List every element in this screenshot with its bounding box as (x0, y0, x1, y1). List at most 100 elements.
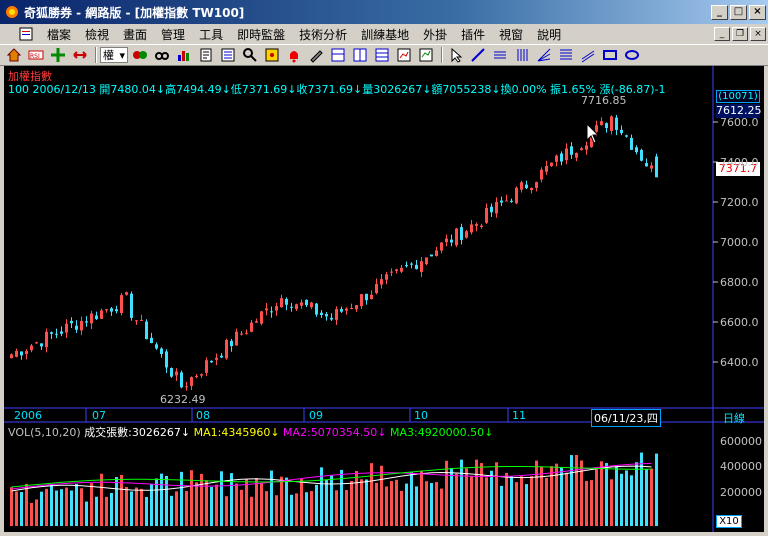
volume-tick-label: 600000 (720, 435, 762, 448)
candle-body (305, 299, 308, 306)
menu-analysis[interactable]: 技術分析 (292, 26, 354, 43)
chart-window-icon (397, 48, 411, 62)
menu-view[interactable]: 檢視 (78, 26, 116, 43)
candle-body (385, 274, 388, 280)
volume-bar (390, 481, 393, 526)
document-icon[interactable] (18, 26, 34, 42)
menu-training[interactable]: 訓練基地 (354, 26, 416, 43)
volume-bar (140, 488, 143, 526)
bell-icon (290, 51, 298, 63)
layout3-button[interactable] (372, 46, 392, 64)
list-button[interactable] (218, 46, 238, 64)
candle-body (655, 156, 658, 178)
chart-window-button[interactable] (394, 46, 414, 64)
hline-tool[interactable] (490, 46, 510, 64)
tag-button[interactable] (262, 46, 282, 64)
candle-body (440, 242, 443, 251)
candle-body (430, 254, 433, 257)
x-tick-label: 07 (92, 409, 106, 422)
volume-bar (430, 483, 433, 526)
notes-button[interactable] (196, 46, 216, 64)
candle-body (150, 337, 153, 344)
candle-body (185, 386, 188, 388)
candle-body (405, 265, 408, 267)
rectangle-icon (603, 50, 617, 60)
volume-bar (40, 491, 43, 526)
swap-button[interactable] (70, 46, 90, 64)
candle-body (550, 162, 553, 167)
doc-minimize-button[interactable]: _ (714, 27, 730, 41)
volume-bar (130, 491, 133, 526)
volume-bar (620, 473, 623, 526)
volume-bar (530, 476, 533, 526)
fan-tool[interactable] (534, 46, 554, 64)
chart-window[interactable]: 加權指數 100 2006/12/13 開7480.04↓高7494.49↓低7… (4, 66, 764, 532)
candle-body (215, 357, 218, 360)
volume-scale[interactable]: X10 (716, 515, 742, 528)
fibonacci-tool[interactable] (556, 46, 576, 64)
notes-icon (200, 48, 212, 62)
volume-bar (645, 469, 648, 526)
candlestick-chart[interactable] (4, 66, 764, 532)
menu-addons[interactable]: 外掛 (416, 26, 454, 43)
menu-plugins[interactable]: 插件 (454, 26, 492, 43)
line-tool[interactable] (468, 46, 488, 64)
chart-window2-button[interactable] (416, 46, 436, 64)
candle-body (125, 292, 128, 295)
minimize-button[interactable]: _ (711, 4, 728, 20)
period-select[interactable]: 權 ▾ (100, 47, 128, 63)
candle-body (450, 239, 453, 243)
search-button[interactable] (240, 46, 260, 64)
volume-bar (385, 486, 388, 526)
rect-tool[interactable] (600, 46, 620, 64)
candle-body (135, 320, 138, 322)
x-tick-label: 10 (414, 409, 428, 422)
home-button[interactable] (4, 46, 24, 64)
close-button[interactable]: × (749, 4, 766, 20)
vline-tool-icon (517, 49, 528, 61)
candle-body (260, 311, 263, 324)
menu-help[interactable]: 說明 (530, 26, 568, 43)
candle-body (630, 137, 633, 150)
link-button[interactable] (130, 46, 150, 64)
alarm-button[interactable] (284, 46, 304, 64)
menu-monitor[interactable]: 即時監盤 (230, 26, 292, 43)
glasses-button[interactable] (152, 46, 172, 64)
menu-window[interactable]: 視窗 (492, 26, 530, 43)
volume-bar (435, 482, 438, 526)
menu-screen[interactable]: 畫面 (116, 26, 154, 43)
volume-bar (190, 470, 193, 526)
draw-button[interactable] (306, 46, 326, 64)
menu-manage[interactable]: 管理 (154, 26, 192, 43)
ellipse-tool[interactable] (622, 46, 642, 64)
layout1-button[interactable] (328, 46, 348, 64)
pointer-tool[interactable] (446, 46, 466, 64)
menu-tools[interactable]: 工具 (192, 26, 230, 43)
maximize-button[interactable]: □ (730, 4, 747, 20)
volume-bar (20, 492, 23, 526)
volume-bar (580, 460, 583, 526)
bar-chart-button[interactable] (174, 46, 194, 64)
title-bar: 奇狐勝券 - 網路版 - [加權指數 TW100] _ □ × (0, 0, 768, 24)
candle-body (475, 224, 478, 226)
menu-file[interactable]: 檔案 (40, 26, 78, 43)
doc-restore-button[interactable]: ❐ (732, 27, 748, 41)
candle-body (45, 331, 48, 348)
volume-bar (145, 496, 148, 526)
candle-body (105, 309, 108, 311)
volume-bar (650, 468, 653, 526)
move-button[interactable] (48, 46, 68, 64)
period-label[interactable]: 日線 (723, 410, 745, 426)
candle-body (25, 351, 28, 355)
rsi-button[interactable]: RSI (26, 46, 46, 64)
volume-bar (350, 480, 353, 526)
channel-tool[interactable] (578, 46, 598, 64)
volume-bar (25, 483, 28, 526)
candle-body (100, 310, 103, 319)
volume-bar (425, 481, 428, 526)
doc-close-button[interactable]: × (750, 27, 766, 41)
candle-body (365, 293, 368, 301)
candle-body (330, 317, 333, 320)
vline-tool[interactable] (512, 46, 532, 64)
layout2-button[interactable] (350, 46, 370, 64)
